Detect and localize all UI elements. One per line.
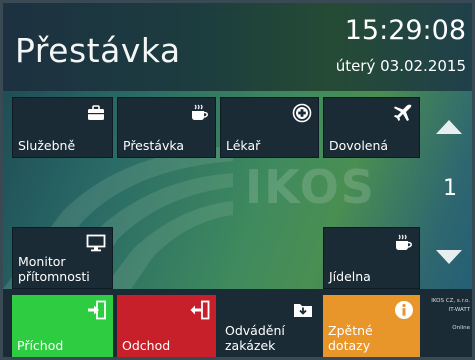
- product-name: IT-WATT: [448, 307, 470, 313]
- dovolena-tile[interactable]: Dovolená: [323, 97, 420, 158]
- zpetne-label-line1: Zpětné: [328, 323, 373, 338]
- enter-door-icon: [88, 300, 106, 320]
- jidelna-tile[interactable]: Jídelna: [323, 227, 420, 289]
- watermark-text: IKOS: [245, 160, 376, 214]
- prestavka-tile[interactable]: Přestávka: [117, 97, 216, 158]
- lekar-tile[interactable]: Lékař: [220, 97, 319, 158]
- monitor-icon: [86, 234, 106, 252]
- prichod-label: Příchod: [17, 338, 64, 353]
- page-down-arrow-icon[interactable]: [434, 248, 464, 266]
- lekar-label: Lékař: [226, 138, 261, 153]
- exit-door-icon: [190, 300, 210, 320]
- info-icon: [395, 301, 413, 319]
- sluzebne-tile[interactable]: Služebně: [12, 97, 113, 158]
- odchod-label: Odchod: [122, 338, 171, 353]
- odvadeni-label-line2: zakázek: [225, 338, 276, 353]
- zpetne-dotazy-button[interactable]: Zpětné dotazy: [323, 295, 420, 357]
- monitor-label-line1: Monitor: [18, 254, 66, 269]
- clock-date: úterý 03.02.2015: [335, 57, 466, 75]
- odchod-button[interactable]: Odchod: [117, 295, 216, 357]
- prichod-button[interactable]: Příchod: [12, 295, 113, 357]
- airplane-icon: [394, 104, 412, 121]
- odvadeni-zakazek-label: Odvádění zakázek: [225, 323, 285, 353]
- company-name: IKOS CZ, s.r.o.: [431, 298, 470, 304]
- monitor-pritomnosti-tile[interactable]: Monitor přítomnosti: [12, 227, 113, 289]
- monitor-pritomnosti-label: Monitor přítomnosti: [18, 254, 90, 284]
- prestavka-label: Přestávka: [123, 138, 185, 153]
- page-number: 1: [443, 176, 457, 201]
- medical-cross-icon: [292, 103, 312, 123]
- header: Přestávka 15:29:08 úterý 03.02.2015: [3, 3, 472, 91]
- dovolena-label: Dovolená: [329, 138, 389, 153]
- folder-download-icon: [294, 304, 312, 317]
- zpetne-dotazy-label: Zpětné dotazy: [328, 323, 373, 353]
- odvadeni-zakazek-button[interactable]: Odvádění zakázek: [220, 295, 319, 357]
- company-info: IKOS CZ, s.r.o. IT-WATT Online: [422, 297, 470, 333]
- odvadeni-label-line1: Odvádění: [225, 323, 285, 338]
- jidelna-label: Jídelna: [329, 269, 371, 284]
- monitor-label-line2: přítomnosti: [18, 269, 90, 284]
- coffee-cup-icon: [192, 104, 208, 120]
- clock-time: 15:29:08: [344, 15, 466, 46]
- briefcase-icon: [88, 105, 104, 120]
- connection-status: Online: [452, 325, 470, 331]
- status-title: Přestávka: [15, 31, 181, 70]
- page-up-arrow-icon[interactable]: [434, 118, 464, 136]
- sluzebne-label: Služebně: [18, 138, 76, 153]
- zpetne-label-line2: dotazy: [328, 338, 371, 353]
- coffee-cup-icon: [396, 234, 412, 250]
